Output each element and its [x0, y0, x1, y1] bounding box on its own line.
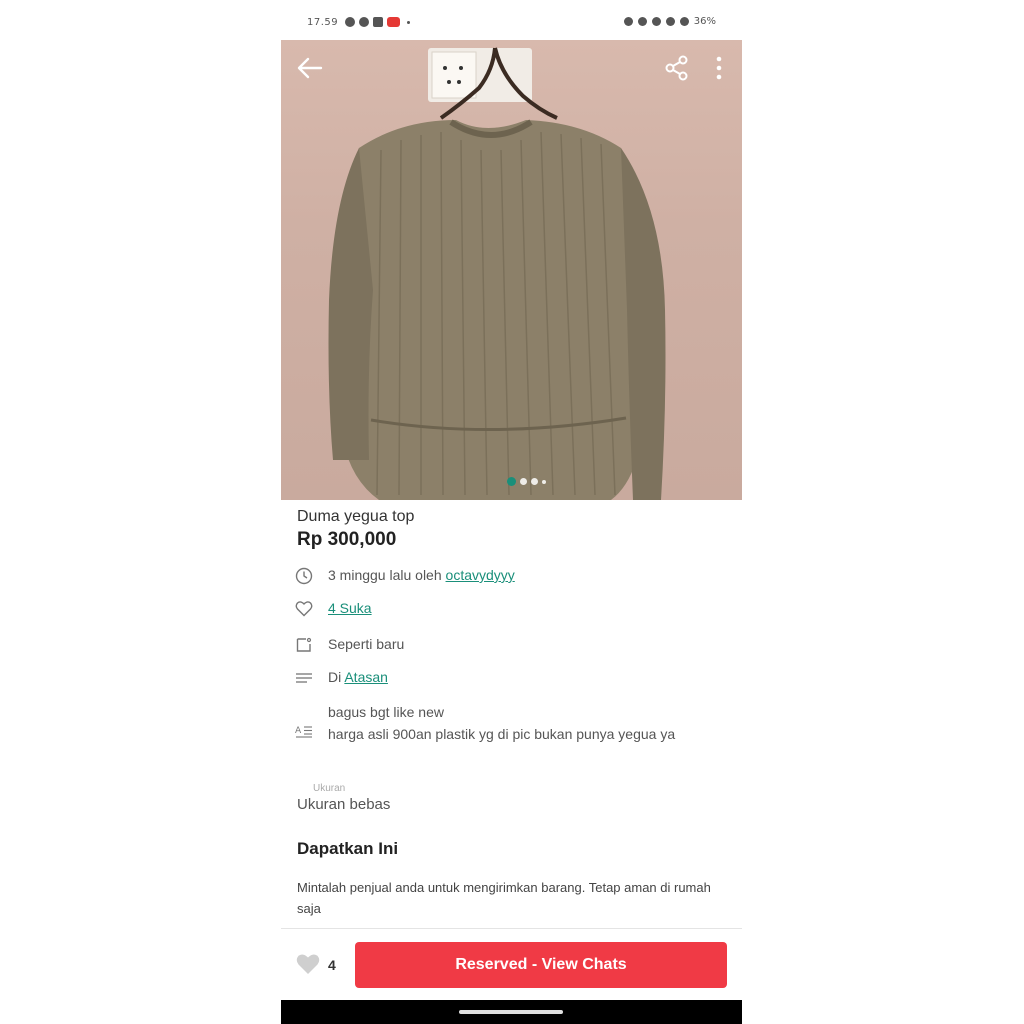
airplane-icon [665, 17, 675, 26]
notification-icons [345, 17, 410, 27]
home-gesture-handle[interactable] [459, 1010, 563, 1014]
carousel-dot[interactable] [507, 477, 516, 486]
size-value: Ukuran bebas [297, 796, 391, 813]
back-arrow-icon[interactable] [295, 54, 325, 82]
like-count: 4 [328, 957, 336, 973]
system-navigation-bar [281, 1000, 742, 1024]
battery-level: 36% [693, 16, 716, 27]
status-bar: 17.59 36% [281, 0, 742, 40]
category-row: Di Atasan [295, 669, 388, 687]
more-notifications-icon [407, 20, 410, 24]
bottom-divider [281, 928, 742, 929]
tag-icon [295, 636, 315, 654]
description-line: harga asli 900an plastik yg di pic bukan… [328, 726, 676, 742]
description-row: A bagus bgt like new harga asli 900an pl… [295, 701, 728, 745]
phone-screen: 17.59 36% Duma yegua top Rp 300,000 3 mi… [281, 0, 742, 1024]
product-image-carousel[interactable] [281, 40, 742, 500]
text-format-icon: A [295, 723, 315, 741]
share-icon[interactable] [663, 54, 691, 82]
product-title: Duma yegua top [297, 508, 415, 525]
description-line: bagus bgt like new [328, 704, 444, 720]
likes-link[interactable]: 4 Suka [328, 600, 372, 616]
carousel-dot[interactable] [520, 478, 527, 485]
description-text: bagus bgt like new harga asli 900an plas… [328, 701, 728, 745]
posted-text: 3 minggu lalu oleh octavydyyy [328, 567, 515, 583]
carousel-dot[interactable] [542, 479, 546, 484]
seller-link[interactable]: octavydyyy [446, 567, 515, 583]
shop-notification-icon [387, 17, 400, 27]
likes-row: 4 Suka [295, 600, 372, 618]
view-chats-button[interactable]: Reserved - View Chats [355, 942, 727, 988]
heart-filled-icon[interactable] [295, 952, 321, 976]
clock-icon [295, 567, 315, 585]
posted-row: 3 minggu lalu oleh octavydyyy [295, 567, 515, 585]
category-prefix: Di [328, 669, 345, 685]
posted-prefix: 3 minggu lalu oleh [328, 567, 446, 583]
status-time: 17.59 [307, 17, 339, 28]
list-icon [295, 669, 315, 687]
carousel-indicator [507, 477, 546, 486]
battery-saver-icon [679, 17, 689, 26]
carousel-dot[interactable] [531, 478, 538, 485]
facebook-icon [345, 17, 355, 27]
category-text: Di Atasan [328, 669, 388, 685]
wifi-icon [651, 17, 661, 26]
more-options-icon[interactable] [709, 54, 729, 82]
category-link[interactable]: Atasan [344, 669, 388, 685]
heart-outline-icon [295, 600, 315, 618]
get-it-text: Mintalah penjual anda untuk mengirimkan … [297, 880, 711, 916]
mute-icon [623, 17, 633, 26]
system-icons: 36% [623, 16, 716, 27]
whatsapp-icon [359, 17, 369, 27]
svg-text:A: A [295, 726, 302, 736]
dnd-icon [637, 17, 647, 26]
condition-text: Seperti baru [328, 636, 405, 652]
condition-row: Seperti baru [295, 636, 404, 654]
app-notification-icon [373, 17, 383, 27]
size-label: Ukuran [313, 783, 346, 794]
product-price: Rp 300,000 [297, 529, 397, 550]
get-it-title: Dapatkan Ini [297, 839, 399, 858]
product-photo [328, 47, 666, 500]
